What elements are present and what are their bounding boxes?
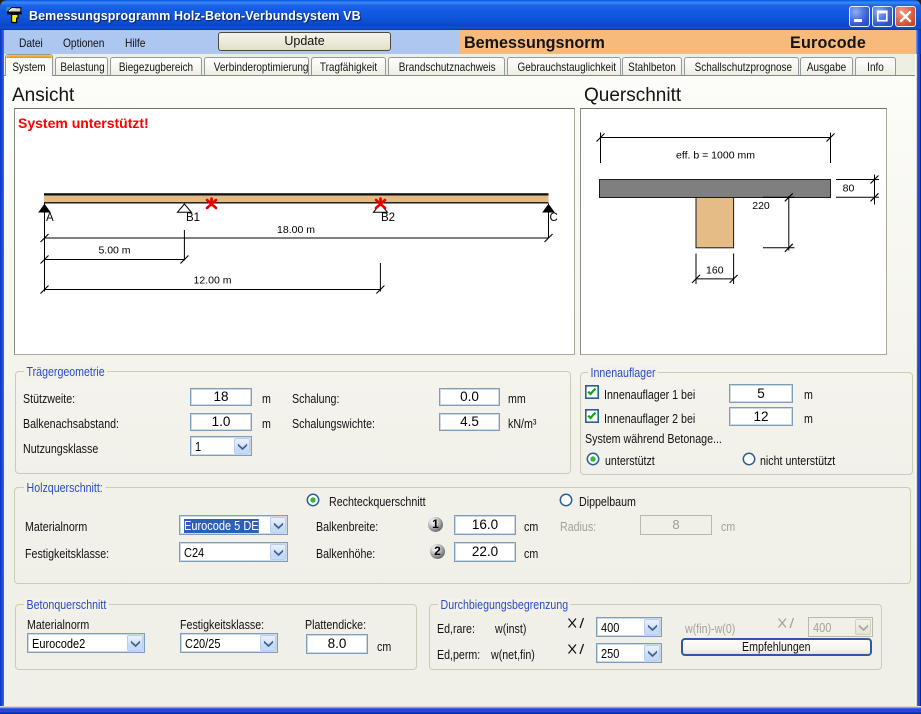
svg-text:80: 80	[843, 183, 855, 195]
svg-text:B1: B1	[186, 212, 200, 224]
svg-text:12.00 m: 12.00 m	[194, 275, 232, 287]
svg-text:eff. b = 1000 mm: eff. b = 1000 mm	[676, 150, 755, 162]
svg-text:220: 220	[752, 200, 770, 212]
svg-text:B2: B2	[381, 212, 395, 224]
svg-text:A: A	[46, 212, 54, 224]
svg-text:18.00 m: 18.00 m	[277, 224, 315, 236]
svg-text:C: C	[550, 212, 558, 224]
svg-text:160: 160	[706, 265, 724, 277]
svg-text:5.00 m: 5.00 m	[98, 245, 130, 257]
